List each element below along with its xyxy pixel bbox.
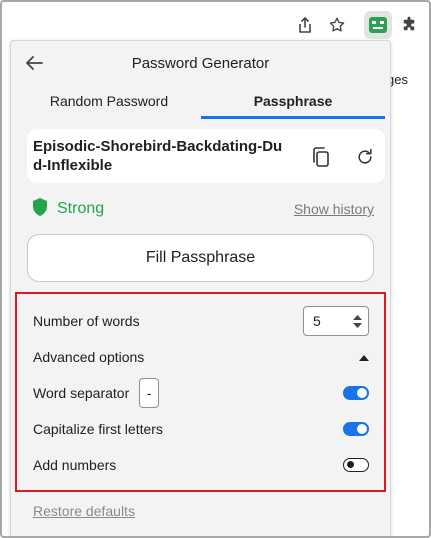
- advanced-options-label: Advanced options: [33, 349, 145, 365]
- stepper-arrows[interactable]: [353, 314, 362, 328]
- strength-label: Strong: [57, 200, 105, 217]
- advanced-options-row[interactable]: Advanced options: [33, 343, 369, 371]
- word-separator-row: Word separator -: [33, 378, 369, 408]
- browser-window: ges Password Generator Random Password P…: [0, 0, 431, 538]
- popup-title: Password Generator: [131, 54, 270, 72]
- generated-passphrase: Episodic-Shorebird-Backdating-Dud-Inflex…: [33, 138, 283, 174]
- collapse-triangle-icon[interactable]: [359, 348, 369, 366]
- capitalize-toggle[interactable]: [343, 422, 369, 436]
- capitalize-row: Capitalize first letters: [33, 415, 369, 443]
- show-history-link[interactable]: Show history: [294, 201, 374, 217]
- generator-tabs: Random Password Passphrase: [11, 85, 390, 119]
- restore-defaults-link[interactable]: Restore defaults: [33, 503, 135, 519]
- stepper-up-icon: [353, 314, 362, 320]
- share-icon[interactable]: [294, 14, 316, 36]
- capitalize-label: Capitalize first letters: [33, 421, 163, 437]
- word-separator-group: Word separator -: [33, 378, 160, 408]
- back-arrow-icon[interactable]: [23, 52, 45, 74]
- tab-random-password[interactable]: Random Password: [17, 85, 201, 117]
- add-numbers-label: Add numbers: [33, 457, 117, 473]
- password-manager-extension-icon[interactable]: [364, 11, 392, 39]
- bookmark-star-icon[interactable]: [326, 14, 348, 36]
- add-numbers-toggle[interactable]: [343, 458, 369, 472]
- strength-indicator: Strong: [31, 197, 104, 221]
- number-of-words-row: Number of words 5: [33, 306, 369, 336]
- tab-passphrase[interactable]: Passphrase: [201, 85, 385, 119]
- word-separator-input[interactable]: -: [139, 378, 160, 408]
- number-of-words-value: 5: [313, 313, 321, 329]
- regenerate-icon[interactable]: [353, 145, 377, 169]
- popup-header: Password Generator: [11, 41, 390, 85]
- word-separator-label: Word separator: [33, 385, 130, 401]
- fill-passphrase-button[interactable]: Fill Passphrase: [27, 234, 374, 282]
- stepper-down-icon: [353, 322, 362, 328]
- generated-passphrase-card: Episodic-Shorebird-Backdating-Dud-Inflex…: [27, 129, 385, 183]
- word-separator-toggle[interactable]: [343, 386, 369, 400]
- shield-icon: [31, 197, 49, 222]
- add-numbers-row: Add numbers: [33, 451, 369, 479]
- number-of-words-label: Number of words: [33, 313, 140, 329]
- passphrase-options: Number of words 5 Advanced options Word …: [11, 291, 390, 491]
- copy-icon[interactable]: [309, 145, 333, 169]
- number-of-words-stepper[interactable]: 5: [303, 306, 369, 336]
- password-generator-popup: Password Generator Random Password Passp…: [10, 40, 391, 536]
- extensions-puzzle-icon[interactable]: [398, 14, 420, 36]
